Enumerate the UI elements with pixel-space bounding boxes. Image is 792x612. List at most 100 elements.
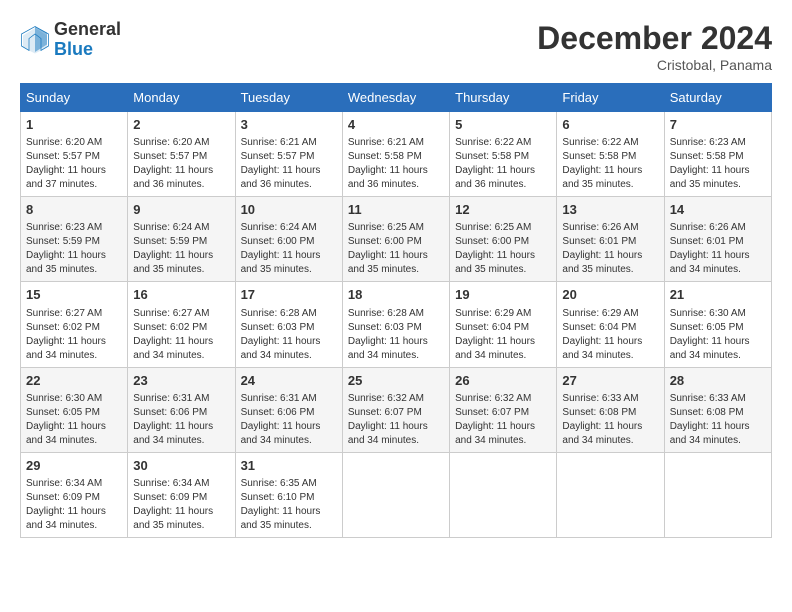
day-detail: Sunrise: 6:27 AMSunset: 6:02 PMDaylight:… [26, 307, 122, 363]
calendar-cell: 12Sunrise: 6:25 AMSunset: 6:00 PMDayligh… [450, 197, 557, 282]
day-detail: Sunrise: 6:21 AMSunset: 5:57 PMDaylight:… [241, 136, 337, 192]
calendar-cell: 23 Sunrise: 6:31 AMSunset: 6:06 PMDayligh… [128, 367, 235, 452]
column-header-tuesday: Tuesday [235, 84, 342, 112]
column-header-wednesday: Wednesday [342, 84, 449, 112]
day-number: 1 [26, 116, 122, 134]
calendar-week-row: 22 Sunrise: 6:30 AMSunset: 6:05 PMDayligh… [21, 367, 772, 452]
title-block: December 2024 Cristobal, Panama [537, 20, 772, 73]
calendar-cell: 30Sunrise: 6:34 AMSunset: 6:09 PMDayligh… [128, 452, 235, 537]
logo: General Blue [20, 20, 121, 60]
calendar-cell: 22 Sunrise: 6:30 AMSunset: 6:05 PMDayligh… [21, 367, 128, 452]
day-detail: Sunrise: 6:32 AMSunset: 6:07 PMDaylight:… [455, 392, 551, 448]
day-detail: Sunrise: 6:26 AMSunset: 6:01 PMDaylight:… [670, 221, 766, 277]
day-detail: Sunrise: 6:26 AMSunset: 6:01 PMDaylight:… [562, 221, 658, 277]
day-detail: Sunrise: 6:20 AMSunset: 5:57 PMDaylight:… [26, 136, 122, 192]
calendar-cell: 8 Sunrise: 6:23 AMSunset: 5:59 PMDaylight… [21, 197, 128, 282]
day-detail: Sunrise: 6:28 AMSunset: 6:03 PMDaylight:… [241, 307, 337, 363]
calendar-cell: 3 Sunrise: 6:21 AMSunset: 5:57 PMDaylight… [235, 112, 342, 197]
day-number: 2 [133, 116, 229, 134]
day-detail: Sunrise: 6:20 AMSunset: 5:57 PMDaylight:… [133, 136, 229, 192]
column-header-thursday: Thursday [450, 84, 557, 112]
day-detail: Sunrise: 6:34 AMSunset: 6:09 PMDaylight:… [26, 477, 122, 533]
day-detail: Sunrise: 6:33 AMSunset: 6:08 PMDaylight:… [562, 392, 658, 448]
calendar-cell: 1 Sunrise: 6:20 AMSunset: 5:57 PMDaylight… [21, 112, 128, 197]
day-detail: Sunrise: 6:25 AMSunset: 6:00 PMDaylight:… [348, 221, 444, 277]
calendar-cell: 2 Sunrise: 6:20 AMSunset: 5:57 PMDaylight… [128, 112, 235, 197]
day-detail: Sunrise: 6:31 AMSunset: 6:06 PMDaylight:… [133, 392, 229, 448]
day-number: 19 [455, 286, 551, 304]
day-number: 26 [455, 372, 551, 390]
day-detail: Sunrise: 6:32 AMSunset: 6:07 PMDaylight:… [348, 392, 444, 448]
day-detail: Sunrise: 6:22 AMSunset: 5:58 PMDaylight:… [562, 136, 658, 192]
calendar-cell: 16Sunrise: 6:27 AMSunset: 6:02 PMDayligh… [128, 282, 235, 367]
calendar-cell: 19 Sunrise: 6:29 AMSunset: 6:04 PMDayligh… [450, 282, 557, 367]
day-detail: Sunrise: 6:33 AMSunset: 6:08 PMDaylight:… [670, 392, 766, 448]
day-number: 10 [241, 201, 337, 219]
day-number: 24 [241, 372, 337, 390]
day-number: 23 [133, 372, 229, 390]
day-number: 3 [241, 116, 337, 134]
calendar-cell: 27Sunrise: 6:33 AMSunset: 6:08 PMDayligh… [557, 367, 664, 452]
day-number: 18 [348, 286, 444, 304]
column-header-saturday: Saturday [664, 84, 771, 112]
day-detail: Sunrise: 6:30 AMSunset: 6:05 PMDaylight:… [670, 307, 766, 363]
day-detail: Sunrise: 6:35 AMSunset: 6:10 PMDaylight:… [241, 477, 337, 533]
day-number: 7 [670, 116, 766, 134]
day-detail: Sunrise: 6:31 AMSunset: 6:06 PMDaylight:… [241, 392, 337, 448]
calendar-cell [664, 452, 771, 537]
day-number: 15 [26, 286, 122, 304]
day-number: 8 [26, 201, 122, 219]
calendar-cell: 29 Sunrise: 6:34 AMSunset: 6:09 PMDayligh… [21, 452, 128, 537]
calendar-cell: 6 Sunrise: 6:22 AMSunset: 5:58 PMDaylight… [557, 112, 664, 197]
day-detail: Sunrise: 6:22 AMSunset: 5:58 PMDaylight:… [455, 136, 551, 192]
day-detail: Sunrise: 6:24 AMSunset: 6:00 PMDaylight:… [241, 221, 337, 277]
calendar-cell: 28 Sunrise: 6:33 AMSunset: 6:08 PMDayligh… [664, 367, 771, 452]
day-detail: Sunrise: 6:30 AMSunset: 6:05 PMDaylight:… [26, 392, 122, 448]
day-detail: Sunrise: 6:34 AMSunset: 6:09 PMDaylight:… [133, 477, 229, 533]
day-number: 6 [562, 116, 658, 134]
day-detail: Sunrise: 6:23 AMSunset: 5:59 PMDaylight:… [26, 221, 122, 277]
day-number: 28 [670, 372, 766, 390]
calendar-week-row: 15 Sunrise: 6:27 AMSunset: 6:02 PMDayligh… [21, 282, 772, 367]
calendar-cell: 9 Sunrise: 6:24 AMSunset: 5:59 PMDaylight… [128, 197, 235, 282]
column-header-friday: Friday [557, 84, 664, 112]
calendar-cell: 7 Sunrise: 6:23 AMSunset: 5:58 PMDaylight… [664, 112, 771, 197]
calendar-cell: 25Sunrise: 6:32 AMSunset: 6:07 PMDayligh… [342, 367, 449, 452]
day-number: 22 [26, 372, 122, 390]
logo-line1: General [54, 20, 121, 40]
day-detail: Sunrise: 6:24 AMSunset: 5:59 PMDaylight:… [133, 221, 229, 277]
calendar-week-row: 1 Sunrise: 6:20 AMSunset: 5:57 PMDaylight… [21, 112, 772, 197]
calendar-cell: 15 Sunrise: 6:27 AMSunset: 6:02 PMDayligh… [21, 282, 128, 367]
calendar-cell [557, 452, 664, 537]
calendar-cell: 11 Sunrise: 6:25 AMSunset: 6:00 PMDayligh… [342, 197, 449, 282]
calendar-cell: 13 Sunrise: 6:26 AMSunset: 6:01 PMDayligh… [557, 197, 664, 282]
calendar-cell [342, 452, 449, 537]
day-number: 17 [241, 286, 337, 304]
day-number: 9 [133, 201, 229, 219]
calendar-subtitle: Cristobal, Panama [537, 57, 772, 73]
logo-line2: Blue [54, 40, 121, 60]
day-detail: Sunrise: 6:29 AMSunset: 6:04 PMDaylight:… [455, 307, 551, 363]
day-detail: Sunrise: 6:28 AMSunset: 6:03 PMDaylight:… [348, 307, 444, 363]
column-header-monday: Monday [128, 84, 235, 112]
day-number: 31 [241, 457, 337, 475]
calendar-cell: 17 Sunrise: 6:28 AMSunset: 6:03 PMDayligh… [235, 282, 342, 367]
day-number: 11 [348, 201, 444, 219]
day-number: 12 [455, 201, 551, 219]
calendar-header-row: SundayMondayTuesdayWednesdayThursdayFrid… [21, 84, 772, 112]
logo-text: General Blue [54, 20, 121, 60]
day-number: 20 [562, 286, 658, 304]
calendar-cell: 18 Sunrise: 6:28 AMSunset: 6:03 PMDayligh… [342, 282, 449, 367]
day-detail: Sunrise: 6:23 AMSunset: 5:58 PMDaylight:… [670, 136, 766, 192]
calendar-cell: 21 Sunrise: 6:30 AMSunset: 6:05 PMDayligh… [664, 282, 771, 367]
calendar-cell: 20Sunrise: 6:29 AMSunset: 6:04 PMDayligh… [557, 282, 664, 367]
calendar-cell: 24 Sunrise: 6:31 AMSunset: 6:06 PMDayligh… [235, 367, 342, 452]
day-number: 5 [455, 116, 551, 134]
day-detail: Sunrise: 6:21 AMSunset: 5:58 PMDaylight:… [348, 136, 444, 192]
day-detail: Sunrise: 6:27 AMSunset: 6:02 PMDaylight:… [133, 307, 229, 363]
day-number: 29 [26, 457, 122, 475]
calendar-cell: 5 Sunrise: 6:22 AMSunset: 5:58 PMDaylight… [450, 112, 557, 197]
day-number: 21 [670, 286, 766, 304]
calendar-cell: 4Sunrise: 6:21 AMSunset: 5:58 PMDaylight… [342, 112, 449, 197]
day-number: 13 [562, 201, 658, 219]
